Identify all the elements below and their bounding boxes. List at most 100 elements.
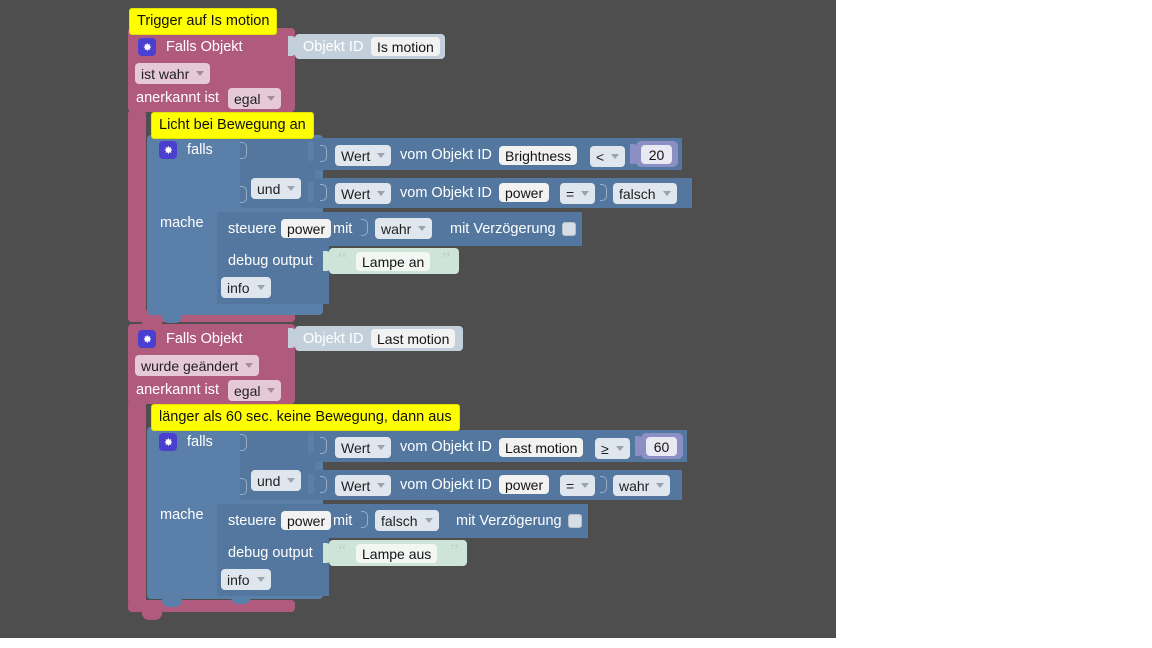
chevron-down-icon bbox=[581, 483, 590, 488]
condition-2b-operator-label: = bbox=[566, 477, 575, 494]
trigger-ack-dropdown[interactable]: egal bbox=[228, 88, 282, 109]
trigger-2-ack-dropdown-label: egal bbox=[234, 382, 261, 399]
chevron-down-icon bbox=[377, 153, 386, 158]
condition-2a-value-dropdown[interactable]: Wert bbox=[335, 437, 392, 458]
action-control-1-verb: steuere bbox=[228, 221, 277, 237]
chevron-down-icon bbox=[287, 478, 296, 483]
comment-balloon[interactable]: Licht bei Bewegung an bbox=[151, 112, 314, 139]
trigger-block-2-left-rail bbox=[128, 400, 146, 604]
action-control-2-value[interactable]: falsch bbox=[375, 510, 439, 531]
condition-2a-value-label: Wert bbox=[341, 439, 371, 456]
logic-operator-dropdown-2[interactable]: und bbox=[251, 470, 302, 491]
condition-2a-number-value[interactable]: 60 bbox=[646, 437, 677, 456]
condition-1b-object-id[interactable]: power bbox=[499, 183, 550, 202]
if-label-2: falls bbox=[187, 434, 213, 450]
chevron-down-icon bbox=[267, 388, 276, 393]
condition-2b-operator[interactable]: = bbox=[560, 475, 596, 496]
condition-1b-bool-dropdown[interactable]: falsch bbox=[613, 183, 677, 204]
condition-1b-value-dropdown[interactable]: Wert bbox=[335, 183, 392, 204]
do-label-1: mache bbox=[160, 215, 204, 231]
condition-2b-value-dropdown[interactable]: Wert bbox=[335, 475, 392, 496]
trigger-title: Falls Objekt bbox=[166, 39, 243, 55]
trigger-2-condition-dropdown[interactable]: wurde geändert bbox=[135, 355, 260, 376]
condition-1a-value-label: Wert bbox=[341, 147, 371, 164]
gear-icon[interactable] bbox=[159, 141, 177, 159]
action-control-2-value-label: falsch bbox=[381, 512, 418, 529]
object-id-value[interactable]: Is motion bbox=[371, 37, 440, 56]
chevron-down-icon bbox=[287, 186, 296, 191]
condition-2a-operator-label: ≥ bbox=[601, 440, 609, 457]
action-debug-1-label: debug output bbox=[228, 253, 313, 269]
object-id-label: Objekt ID bbox=[303, 331, 364, 347]
action-control-2-delay-checkbox[interactable] bbox=[568, 514, 582, 528]
quote-open-icon: “ bbox=[338, 541, 347, 562]
action-control-2-delay-label: mit Verzögerung bbox=[456, 513, 562, 529]
chevron-down-icon bbox=[256, 577, 265, 582]
condition-2a-object-id[interactable]: Last motion bbox=[499, 438, 584, 457]
chevron-down-icon bbox=[615, 446, 624, 451]
action-control-1-value-socket bbox=[361, 219, 368, 236]
action-debug-1-text[interactable]: Lampe an bbox=[356, 252, 431, 271]
action-control-1-delay-label: mit Verzögerung bbox=[450, 221, 556, 237]
logic-operator-label: und bbox=[257, 180, 281, 197]
action-control-2-target[interactable]: power bbox=[281, 511, 332, 530]
condition-1b-operator[interactable]: = bbox=[560, 183, 596, 204]
action-debug-2-level[interactable]: info bbox=[221, 569, 271, 590]
condition-1b-value-label: Wert bbox=[341, 185, 371, 202]
quote-close-icon: ” bbox=[450, 541, 459, 562]
trigger-condition-dropdown[interactable]: ist wahr bbox=[135, 63, 211, 84]
chevron-down-icon bbox=[377, 445, 386, 450]
trigger-2-ack-dropdown[interactable]: egal bbox=[228, 380, 282, 401]
chevron-down-icon bbox=[581, 191, 590, 196]
chevron-down-icon bbox=[256, 285, 265, 290]
logic-and-2-socket-1 bbox=[240, 434, 247, 451]
chevron-down-icon bbox=[245, 363, 254, 368]
chevron-down-icon bbox=[196, 71, 205, 76]
chevron-down-icon bbox=[377, 191, 386, 196]
action-control-1-delay-checkbox[interactable] bbox=[562, 222, 576, 236]
trigger-block-2-bottom bbox=[128, 600, 295, 612]
gear-icon[interactable] bbox=[138, 330, 156, 348]
chevron-down-icon bbox=[377, 483, 386, 488]
condition-2b-object-id[interactable]: power bbox=[499, 475, 550, 494]
chevron-down-icon bbox=[267, 96, 276, 101]
action-debug-2-text[interactable]: Lampe aus bbox=[356, 544, 438, 563]
condition-2a-socket bbox=[320, 437, 327, 454]
chevron-down-icon bbox=[662, 191, 671, 196]
condition-2a-operator[interactable]: ≥ bbox=[595, 438, 630, 459]
logic-operator-dropdown-1[interactable]: und bbox=[251, 178, 302, 199]
logic-and-2-socket-2 bbox=[240, 478, 247, 495]
action-debug-2-level-label: info bbox=[227, 571, 250, 588]
condition-2b-bool-dropdown[interactable]: wahr bbox=[613, 475, 671, 496]
condition-1a-socket bbox=[320, 145, 327, 162]
comment-balloon[interactable]: länger als 60 sec. keine Bewegung, dann … bbox=[151, 404, 460, 431]
trigger-ack-dropdown-label: egal bbox=[234, 90, 261, 107]
action-debug-2-label: debug output bbox=[228, 545, 313, 561]
trigger-condition-dropdown-label: ist wahr bbox=[141, 65, 190, 82]
action-control-1-target[interactable]: power bbox=[281, 219, 332, 238]
gear-icon[interactable] bbox=[159, 433, 177, 451]
trigger-block-2-bottom-bump bbox=[142, 612, 162, 620]
trigger-title: Falls Objekt bbox=[166, 331, 243, 347]
trigger-block-1-left-rail bbox=[128, 110, 146, 322]
action-debug-1-level[interactable]: info bbox=[221, 277, 271, 298]
condition-1a-operator[interactable]: < bbox=[590, 146, 626, 167]
action-control-1-value[interactable]: wahr bbox=[375, 218, 433, 239]
logic-operator-2-label: und bbox=[257, 472, 281, 489]
object-id-value[interactable]: Last motion bbox=[371, 329, 456, 348]
quote-open-icon: “ bbox=[338, 249, 347, 270]
gear-icon[interactable] bbox=[138, 38, 156, 56]
action-control-1-with: mit bbox=[333, 221, 353, 237]
chevron-down-icon bbox=[424, 518, 433, 523]
condition-2a-label: vom Objekt ID bbox=[400, 439, 492, 455]
condition-1a-object-id[interactable]: Brightness bbox=[499, 146, 578, 165]
action-control-1-value-label: wahr bbox=[381, 220, 412, 237]
condition-2b-label: vom Objekt ID bbox=[400, 477, 492, 493]
condition-1a-number-value[interactable]: 20 bbox=[641, 145, 672, 164]
blockly-workspace[interactable]: Falls Objekt Objekt ID Is motion ist wah… bbox=[0, 0, 836, 638]
condition-1b-operator-label: = bbox=[566, 185, 575, 202]
comment-balloon[interactable]: Trigger auf Is motion bbox=[129, 8, 278, 35]
trigger-ack-label: anerkannt ist bbox=[136, 90, 220, 106]
condition-1a-value-dropdown[interactable]: Wert bbox=[335, 145, 392, 166]
condition-2b-value-label: Wert bbox=[341, 477, 371, 494]
